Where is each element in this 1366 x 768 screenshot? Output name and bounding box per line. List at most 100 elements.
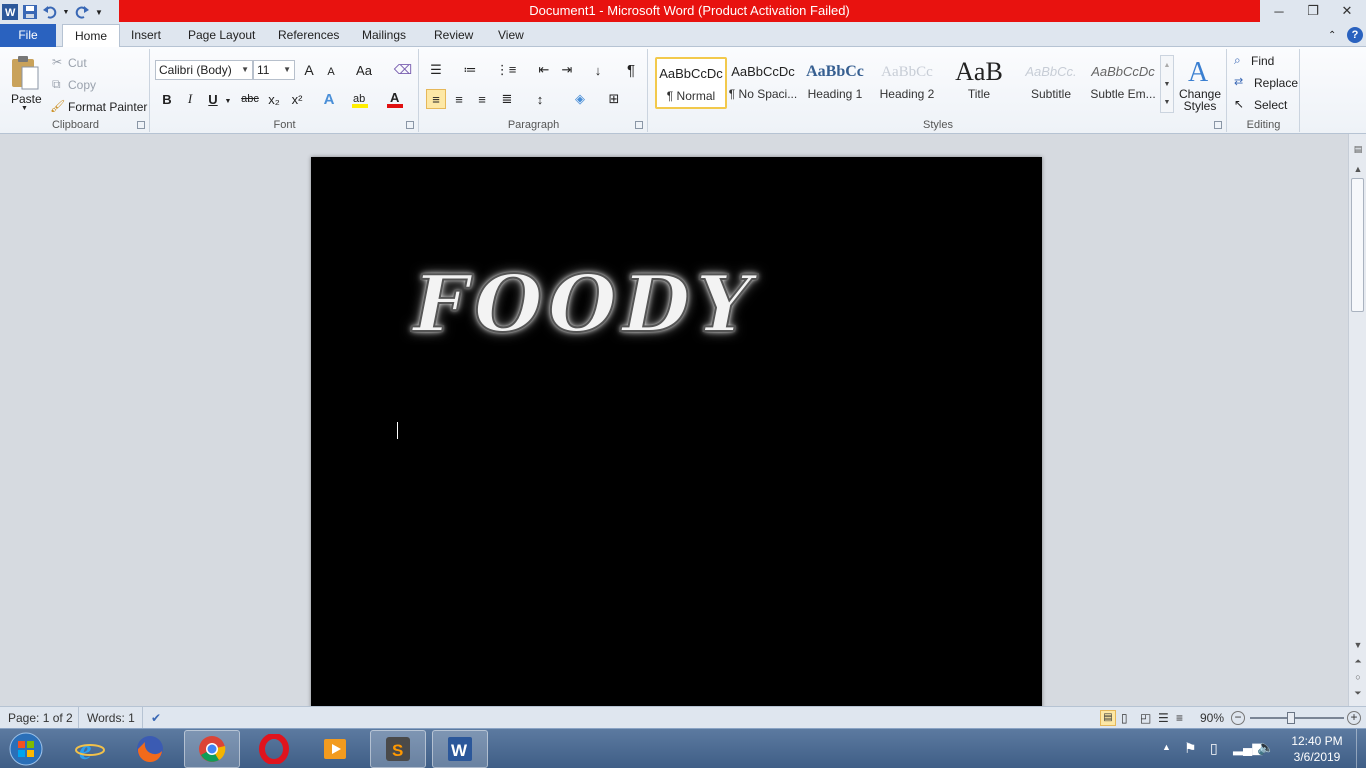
print-layout-icon[interactable]: ▤: [1100, 710, 1116, 726]
zoom-out-button[interactable]: −: [1231, 711, 1245, 725]
customize-toolbar-icon[interactable]: ▼: [94, 4, 104, 20]
ruler-toggle-icon[interactable]: ▤: [1349, 144, 1366, 158]
word-count[interactable]: Words: 1: [78, 707, 135, 729]
increase-indent-icon[interactable]: ⇥: [557, 60, 577, 80]
vertical-scrollbar[interactable]: ▤ ▲ ▼ ⏶ ○ ⏷: [1348, 134, 1366, 706]
browse-object-icon[interactable]: ○: [1349, 672, 1366, 686]
styles-gallery-scroll[interactable]: ▲ ▼ ▼: [1160, 55, 1174, 113]
find-button[interactable]: ⌕ Find: [1234, 53, 1298, 71]
zoom-level[interactable]: 90%: [1200, 707, 1224, 729]
decrease-indent-icon[interactable]: ⇤: [534, 60, 554, 80]
multilevel-list-icon[interactable]: ⋮≡: [496, 60, 517, 80]
internet-explorer-icon[interactable]: e: [62, 730, 118, 768]
copy-button[interactable]: ⧉ Copy: [52, 77, 142, 95]
superscript-button[interactable]: x²: [287, 89, 307, 109]
style-subtle-emphasis[interactable]: AaBbCcDc Subtle Em...: [1087, 57, 1159, 109]
strikethrough-button[interactable]: abc: [237, 89, 263, 109]
proofing-icon[interactable]: ✔: [142, 707, 178, 729]
previous-page-icon[interactable]: ⏶: [1349, 656, 1366, 670]
media-player-icon[interactable]: [308, 730, 364, 768]
restore-button[interactable]: ❐: [1296, 0, 1330, 22]
text-effects-icon[interactable]: A: [319, 89, 339, 109]
tab-view[interactable]: View: [498, 24, 524, 47]
underline-dropdown-icon[interactable]: ▼: [223, 91, 233, 111]
paste-dropdown-icon[interactable]: ▼: [21, 105, 28, 112]
redo-icon[interactable]: [74, 4, 90, 20]
scroll-up-icon[interactable]: ▲: [1161, 56, 1173, 75]
word-app-icon[interactable]: W: [2, 4, 18, 20]
show-hidden-icons-icon[interactable]: ▲: [1162, 742, 1171, 768]
scroll-down-icon[interactable]: ▼: [1349, 640, 1366, 654]
zoom-slider-track[interactable]: [1250, 717, 1344, 719]
outline-icon[interactable]: ☰: [1158, 707, 1169, 729]
change-styles-button[interactable]: A Change Styles: [1178, 55, 1222, 117]
align-center-icon[interactable]: ≡: [449, 89, 469, 109]
format-painter-button[interactable]: 🖌 Format Painter: [50, 99, 148, 117]
tab-page-layout[interactable]: Page Layout: [188, 24, 255, 47]
line-spacing-icon[interactable]: ↕: [530, 89, 550, 109]
justify-icon[interactable]: ≣: [497, 89, 517, 109]
undo-dropdown-icon[interactable]: ▼: [62, 4, 70, 20]
document-page[interactable]: FOODY: [311, 157, 1042, 706]
close-button[interactable]: ✕: [1330, 0, 1364, 22]
opera-icon[interactable]: [246, 730, 302, 768]
grow-font-button[interactable]: A: [299, 60, 319, 80]
clock[interactable]: 12:40 PM 3/6/2019: [1284, 733, 1350, 768]
wordart-text[interactable]: FOODY: [412, 258, 758, 351]
select-button[interactable]: ↖ Select: [1234, 97, 1298, 115]
page-count[interactable]: Page: 1 of 2: [8, 707, 73, 729]
style-heading-2[interactable]: AaBbCc Heading 2: [871, 57, 943, 109]
clear-formatting-icon[interactable]: ⌫: [393, 60, 413, 80]
battery-icon[interactable]: ▯: [1210, 740, 1218, 768]
italic-button[interactable]: I: [180, 89, 200, 109]
font-launcher-icon[interactable]: [406, 121, 414, 129]
underline-button[interactable]: U: [203, 89, 223, 109]
change-case-button[interactable]: Aa: [351, 60, 377, 80]
scroll-thumb[interactable]: [1351, 178, 1364, 312]
action-center-flag-icon[interactable]: ⚑: [1184, 740, 1197, 768]
web-layout-icon[interactable]: ◰: [1140, 707, 1151, 729]
next-page-icon[interactable]: ⏷: [1349, 688, 1366, 702]
paste-button[interactable]: Paste ▼: [8, 53, 42, 117]
firefox-icon[interactable]: [122, 730, 178, 768]
align-left-icon[interactable]: ≡: [426, 89, 446, 109]
align-right-icon[interactable]: ≡: [472, 89, 492, 109]
font-size-combo[interactable]: 11 ▼: [253, 60, 295, 80]
numbering-icon[interactable]: ≔: [460, 60, 480, 80]
style-heading-1[interactable]: AaBbCc Heading 1: [799, 57, 871, 109]
replace-button[interactable]: ⇄ Replace: [1234, 75, 1298, 93]
sublime-text-icon[interactable]: S: [370, 730, 426, 768]
undo-icon[interactable]: [42, 4, 58, 20]
draft-icon[interactable]: ≡: [1176, 707, 1183, 729]
font-name-combo[interactable]: Calibri (Body) ▼: [155, 60, 253, 80]
style-no-spacing[interactable]: AaBbCcDc ¶ No Spaci...: [727, 57, 799, 109]
borders-icon[interactable]: ⊞: [604, 89, 624, 109]
more-styles-icon[interactable]: ▼: [1161, 94, 1173, 112]
help-icon[interactable]: ?: [1347, 27, 1363, 43]
document-area[interactable]: FOODY: [0, 134, 1348, 706]
minimize-button[interactable]: ─: [1262, 0, 1296, 22]
zoom-slider-thumb[interactable]: [1287, 712, 1295, 724]
tab-mailings[interactable]: Mailings: [362, 24, 406, 47]
sort-icon[interactable]: ↓: [588, 60, 608, 80]
shrink-font-button[interactable]: A: [321, 62, 341, 82]
style-normal[interactable]: AaBbCcDc ¶ Normal: [655, 57, 727, 109]
subscript-button[interactable]: x₂: [264, 89, 284, 109]
start-button[interactable]: [0, 730, 52, 768]
tab-review[interactable]: Review: [434, 24, 473, 47]
word-taskbar-icon[interactable]: W: [432, 730, 488, 768]
minimize-ribbon-icon[interactable]: ⌃: [1328, 24, 1336, 47]
scroll-down-icon[interactable]: ▼: [1161, 75, 1173, 94]
tab-insert[interactable]: Insert: [131, 24, 161, 47]
cut-button[interactable]: ✂ Cut: [52, 55, 142, 73]
font-color-icon[interactable]: A: [385, 89, 405, 109]
tab-home[interactable]: Home: [62, 24, 121, 48]
show-formatting-button[interactable]: ¶: [621, 60, 641, 80]
shading-icon[interactable]: ◈: [570, 89, 590, 109]
chrome-icon[interactable]: [184, 730, 240, 768]
paragraph-launcher-icon[interactable]: [635, 121, 643, 129]
highlight-color-icon[interactable]: ab: [350, 89, 370, 109]
bullets-icon[interactable]: ☰: [426, 60, 446, 80]
styles-launcher-icon[interactable]: [1214, 121, 1222, 129]
save-icon[interactable]: [22, 4, 38, 20]
